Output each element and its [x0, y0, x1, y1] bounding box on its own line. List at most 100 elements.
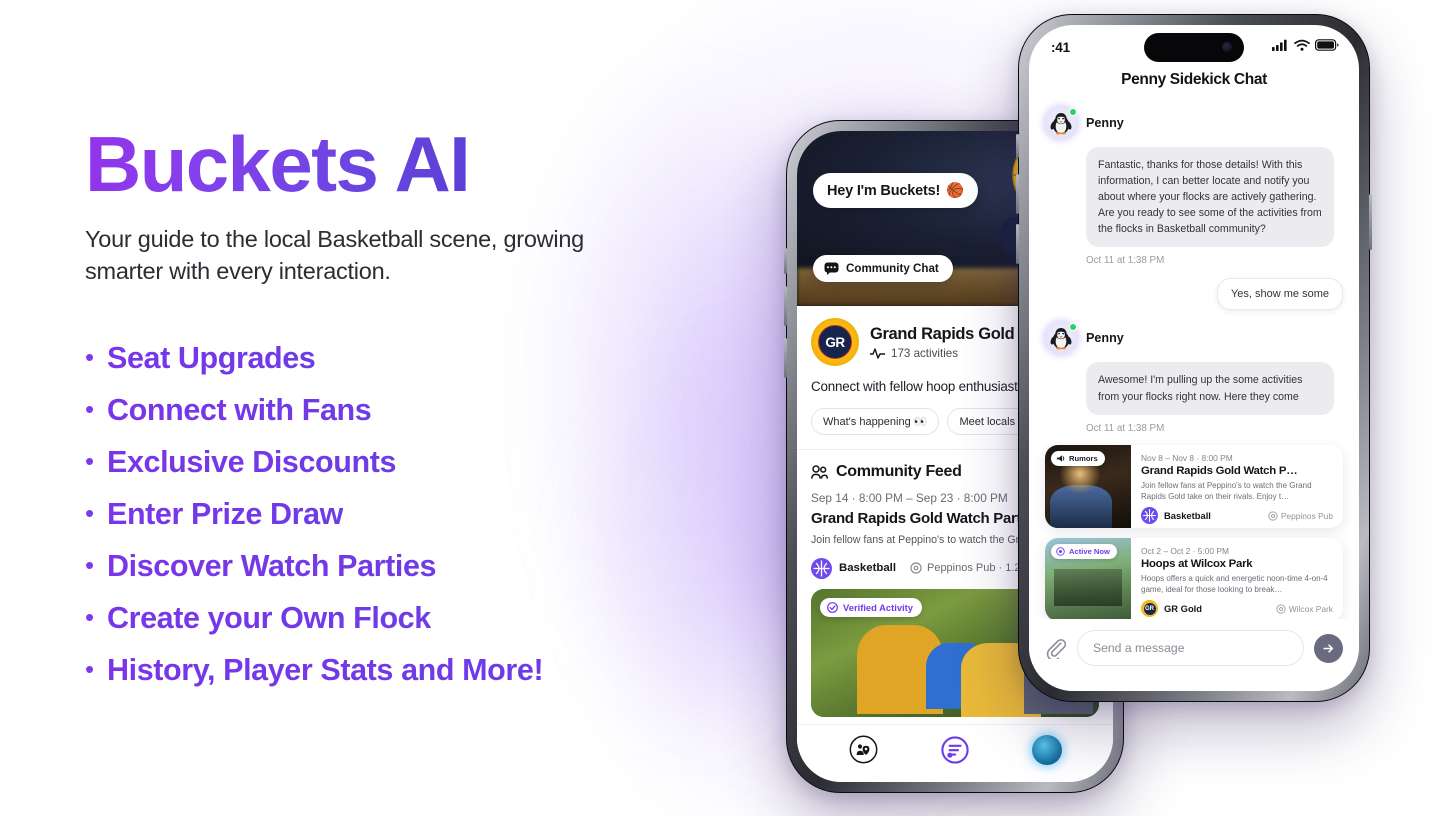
mute-switch[interactable]: [1016, 134, 1019, 158]
community-chat-button[interactable]: Community Chat: [813, 255, 953, 282]
bullet-dot-icon: •: [85, 497, 95, 528]
feature-label: Discover Watch Parties: [107, 548, 437, 583]
flock-logo-tab[interactable]: [940, 734, 971, 765]
active-now-badge: Active Now: [1051, 543, 1117, 559]
chat-bubble-incoming: Awesome! I'm pulling up the some activit…: [1086, 362, 1334, 415]
mascot-greeting-bubble: Hey I'm Buckets! 🏀: [813, 173, 978, 208]
map-people-tab[interactable]: [848, 734, 879, 765]
penguin-avatar-icon: [1050, 328, 1072, 350]
location-pin-icon: [1268, 511, 1278, 521]
bullet-dot-icon: •: [85, 393, 95, 424]
power-button[interactable]: [1369, 194, 1372, 250]
bottom-tab-bar: [797, 724, 1113, 782]
basketball-emoji-icon: 🏀: [946, 183, 964, 199]
activity-title: Grand Rapids Gold Watch P…: [1141, 464, 1298, 477]
feature-label: Create your Own Flock: [107, 600, 431, 635]
activity-footer: Basketball Peppinos Pub: [1141, 507, 1333, 525]
profile-avatar-tab[interactable]: [1032, 734, 1063, 765]
marketing-copy: Buckets AI Your guide to the local Baske…: [85, 120, 705, 705]
list-item: • Connect with Fans: [85, 393, 705, 428]
organization-activity-count: 173 activities: [870, 347, 1014, 360]
activity-org-label: Basketball: [1164, 510, 1211, 522]
list-item: • Discover Watch Parties: [85, 549, 705, 584]
outgoing-message-row: Yes, show me some: [1045, 266, 1343, 311]
activity-card[interactable]: Rumors Nov 8 – Nov 8 · 8:00 PM Grand Rap…: [1045, 444, 1343, 528]
penny-avatar[interactable]: [1045, 107, 1077, 139]
grand-rapids-gold-logo-icon: GR: [1141, 600, 1158, 618]
activity-place-label: Wilcox Park: [1288, 603, 1333, 614]
chip-whats-happening[interactable]: What's happening 👀: [811, 408, 940, 436]
org-logo-text: GR: [818, 325, 852, 359]
activity-thumbnail: Active Now: [1045, 537, 1131, 621]
megaphone-icon: [1056, 454, 1065, 462]
community-chat-label: Community Chat: [846, 262, 939, 275]
chat-bubble-icon: [824, 262, 839, 275]
feature-label: Enter Prize Draw: [107, 496, 343, 531]
activity-org-label: GR Gold: [1164, 603, 1203, 615]
list-item: • Exclusive Discounts: [85, 445, 705, 480]
online-status-dot: [1069, 323, 1077, 332]
activity-date: Oct 2 – Oct 2 · 5:00 PM: [1141, 545, 1229, 556]
activity-org: Basketball: [1141, 507, 1211, 525]
list-item: • Enter Prize Draw: [85, 497, 705, 532]
list-item: • Create your Own Flock: [85, 601, 705, 636]
page-title: Buckets AI: [85, 120, 471, 208]
bullet-dot-icon: •: [85, 445, 95, 476]
activity-date: Nov 8 – Nov 8 · 8:00 PM: [1141, 452, 1233, 463]
basketball-icon: [1141, 507, 1158, 525]
phone-mockup-chat: :41 Penny Sidekick Chat Penny Fantastic,…: [1016, 14, 1372, 702]
activity-place: Wilcox Park: [1276, 604, 1333, 614]
bullet-dot-icon: •: [85, 653, 95, 684]
message-timestamp: Oct 11 at 1:38 PM: [1086, 422, 1165, 434]
feed-location: Peppinos Pub · 1.2 mi: [910, 562, 1035, 574]
message-composer: Send a message: [1029, 619, 1359, 691]
message-sender-name: Penny: [1086, 331, 1124, 346]
promo-canvas: Buckets AI Your guide to the local Baske…: [0, 0, 1456, 816]
chat-bubble-incoming: Fantastic, thanks for those details! Wit…: [1086, 147, 1334, 248]
activity-thumbnail: Rumors: [1045, 444, 1131, 528]
activity-place-label: Peppinos Pub: [1280, 510, 1333, 521]
bullet-dot-icon: •: [85, 341, 95, 372]
mute-switch[interactable]: [784, 338, 787, 378]
volume-up-button[interactable]: [784, 248, 787, 274]
volume-down-button[interactable]: [1016, 224, 1019, 264]
status-indicators: [1272, 39, 1339, 51]
volume-down-button[interactable]: [784, 286, 787, 326]
verified-activity-label: Verified Activity: [843, 601, 913, 613]
penny-avatar[interactable]: [1045, 322, 1077, 355]
badge-label: Rumors: [1069, 453, 1098, 463]
message-input[interactable]: Send a message: [1077, 630, 1304, 666]
send-button[interactable]: [1314, 633, 1343, 663]
message-timestamp: Oct 11 at 1:38 PM: [1086, 255, 1165, 267]
activity-body: Oct 2 – Oct 2 · 5:00 PM Hoops at Wilcox …: [1131, 538, 1343, 621]
message-sender-name: Penny: [1086, 116, 1124, 130]
grand-rapids-gold-logo-icon: GR: [811, 318, 859, 366]
feature-label: Connect with Fans: [107, 392, 372, 427]
organization-name: Grand Rapids Gold: [870, 324, 1015, 343]
online-status-dot: [1069, 108, 1077, 116]
activity-title: Hoops at Wilcox Park: [1141, 557, 1253, 570]
pulse-icon: [870, 347, 885, 359]
feature-label: Seat Upgrades: [107, 340, 316, 375]
volume-up-button[interactable]: [1016, 174, 1019, 214]
feed-tag-basketball[interactable]: Basketball: [811, 557, 896, 579]
rumors-badge: Rumors: [1051, 450, 1105, 466]
attachment-paperclip-icon[interactable]: [1045, 637, 1067, 659]
phone-screen-chat: :41 Penny Sidekick Chat Penny Fantastic,…: [1029, 25, 1359, 691]
verified-activity-badge: Verified Activity: [820, 597, 922, 617]
chat-thread[interactable]: Penny Fantastic, thanks for those detail…: [1029, 89, 1359, 629]
location-pin-icon: [910, 562, 922, 575]
list-item: • Seat Upgrades: [85, 341, 705, 376]
feature-list: • Seat Upgrades • Connect with Fans • Ex…: [85, 341, 705, 688]
people-group-icon: [811, 464, 828, 479]
bullet-dot-icon: •: [85, 601, 95, 632]
badge-label: Active Now: [1069, 546, 1110, 556]
feature-label: History, Player Stats and More!: [107, 652, 544, 687]
wifi-icon: [1294, 39, 1310, 51]
mascot-greeting-text: Hey I'm Buckets!: [827, 182, 941, 199]
message-input-placeholder: Send a message: [1093, 641, 1185, 655]
activity-card[interactable]: Active Now Oct 2 – Oct 2 · 5:00 PM Hoops…: [1045, 537, 1343, 621]
activity-description: Join fellow fans at Peppino's to watch t…: [1141, 480, 1312, 502]
battery-icon: [1315, 39, 1339, 51]
front-camera-icon: [1222, 42, 1232, 52]
